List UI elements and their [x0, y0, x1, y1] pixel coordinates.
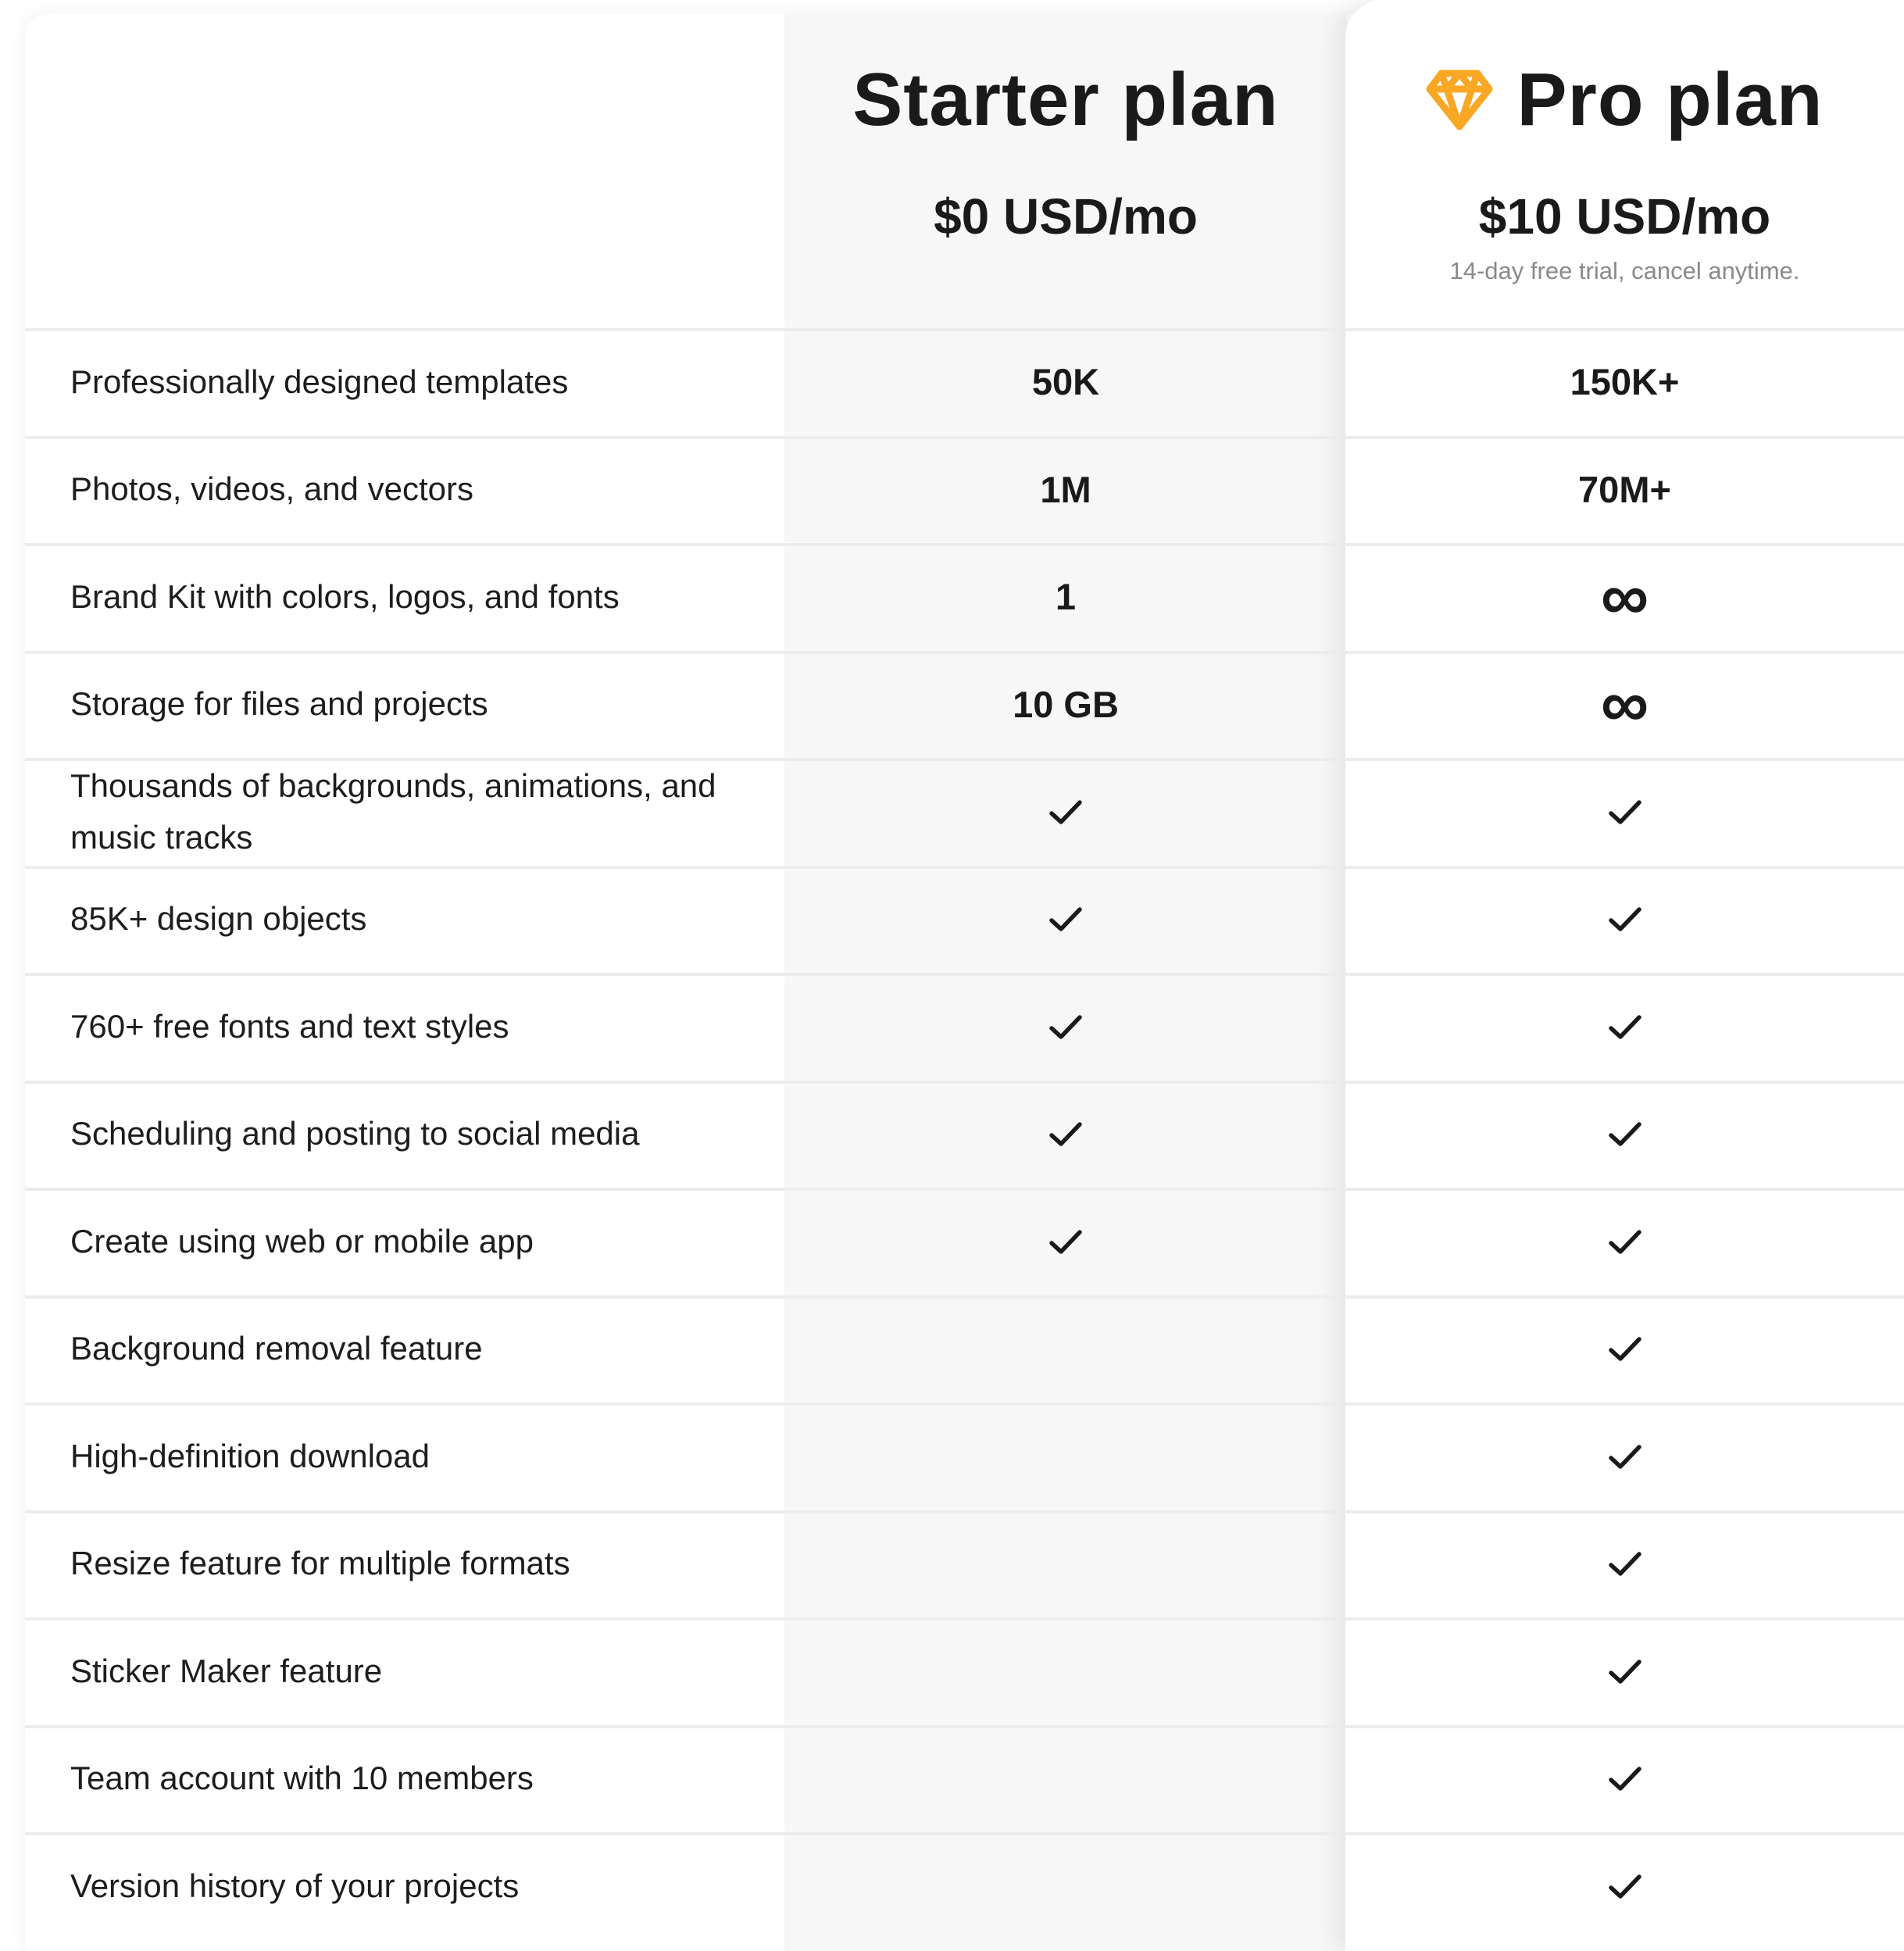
check-icon — [1608, 907, 1641, 931]
pro-value — [1345, 1725, 1904, 1833]
check-icon — [1049, 1122, 1082, 1146]
check-icon — [1608, 1015, 1641, 1039]
table-row: 760+ free fonts and text styles — [25, 973, 1904, 1081]
infinity-symbol: ∞ — [1600, 559, 1649, 634]
starter-value — [784, 1295, 1347, 1403]
table-row: Storage for files and projects 10 GB ∞ — [25, 650, 1904, 759]
check-icon — [1049, 1015, 1082, 1039]
feature-label: Sticker Maker feature — [70, 1652, 383, 1689]
starter-plan-title: Starter plan — [852, 58, 1279, 141]
starter-value — [784, 758, 1347, 866]
table-row: Sticker Maker feature — [25, 1617, 1904, 1725]
pro-value: 70M+ — [1578, 468, 1671, 510]
pro-value: 150K+ — [1570, 361, 1680, 403]
table-row: 85K+ design objects — [25, 865, 1904, 974]
check-icon — [1608, 1660, 1641, 1684]
check-icon — [1608, 1122, 1641, 1146]
check-icon — [1049, 800, 1082, 824]
feature-label: Create using web or mobile app — [70, 1222, 534, 1260]
starter-value — [784, 1403, 1347, 1510]
starter-value — [784, 973, 1347, 1081]
check-icon — [1608, 1337, 1641, 1361]
check-icon — [1608, 800, 1641, 824]
pro-value — [1345, 1295, 1904, 1403]
starter-value: 10 GB — [1013, 683, 1119, 725]
feature-label: 760+ free fonts and text styles — [70, 1007, 509, 1045]
pro-value — [1345, 758, 1904, 866]
starter-value — [784, 1617, 1347, 1725]
feature-label: Version history of your projects — [70, 1867, 520, 1904]
starter-value — [784, 1510, 1347, 1618]
check-icon — [1608, 1767, 1641, 1791]
starter-value — [784, 1081, 1347, 1188]
check-icon — [1049, 907, 1082, 931]
check-icon — [1608, 1552, 1641, 1576]
table-row: Professionally designed templates 50K 150K… — [25, 328, 1904, 436]
pro-plan-title: Pro plan — [1516, 58, 1824, 141]
check-icon — [1049, 1230, 1082, 1254]
feature-label: Scheduling and posting to social media — [70, 1115, 640, 1152]
feature-label: Background removal feature — [70, 1330, 483, 1367]
pro-value — [1345, 1510, 1904, 1618]
pro-value: ∞ — [1345, 651, 1904, 759]
diamond-icon — [1426, 70, 1493, 130]
table-row: Resize feature for multiple formats — [25, 1510, 1904, 1618]
pro-value — [1345, 1081, 1904, 1188]
infinity-symbol: ∞ — [1600, 666, 1649, 742]
pro-plan-trial-note: 14-day free trial, cancel anytime. — [1449, 257, 1800, 284]
pro-plan-header: Pro plan — [1345, 53, 1904, 147]
feature-label: Storage for files and projects — [70, 685, 488, 723]
table-row: Background removal feature — [25, 1295, 1904, 1403]
table-row: Scheduling and posting to social media — [25, 1080, 1904, 1188]
table-row: High-definition download — [25, 1403, 1904, 1510]
feature-label: High-definition download — [70, 1437, 430, 1474]
starter-value — [784, 1832, 1347, 1940]
pro-value — [1345, 1403, 1904, 1510]
table-row: Create using web or mobile app — [25, 1188, 1904, 1295]
table-row: Photos, videos, and vectors 1M 70M+ — [25, 435, 1904, 544]
starter-value — [784, 1188, 1347, 1295]
feature-label: Thousands of backgrounds, animations, an… — [70, 766, 716, 856]
feature-label: Team account with 10 members — [70, 1760, 534, 1797]
starter-value — [784, 866, 1347, 974]
feature-label: 85K+ design objects — [70, 900, 367, 938]
table-row: Team account with 10 members — [25, 1724, 1904, 1833]
pro-value: ∞ — [1345, 543, 1904, 651]
starter-value: 1 — [1055, 576, 1077, 618]
starter-value — [784, 1725, 1347, 1833]
table-row: Brand Kit with colors, logos, and fonts 1… — [25, 543, 1904, 651]
pro-value — [1345, 1617, 1904, 1725]
table-row: Version history of your projects — [25, 1832, 1904, 1940]
pro-value — [1345, 866, 1904, 974]
starter-value: 50K — [1031, 361, 1100, 403]
feature-label: Professionally designed templates — [70, 363, 569, 400]
pro-value — [1345, 973, 1904, 1081]
check-icon — [1608, 1230, 1641, 1254]
starter-plan-price: $0 USD/mo — [934, 188, 1198, 245]
feature-label: Brand Kit with colors, logos, and fonts — [70, 577, 620, 615]
feature-label: Resize feature for multiple formats — [70, 1545, 570, 1582]
check-icon — [1608, 1874, 1641, 1899]
pro-plan-price: $10 USD/mo — [1478, 188, 1771, 245]
feature-label: Photos, videos, and vectors — [70, 470, 473, 508]
table-row: Thousands of backgrounds, animations, an… — [25, 758, 1904, 866]
starter-value: 1M — [1040, 468, 1091, 510]
check-icon — [1608, 1445, 1641, 1469]
pro-value — [1345, 1832, 1904, 1940]
pro-value — [1345, 1188, 1904, 1295]
